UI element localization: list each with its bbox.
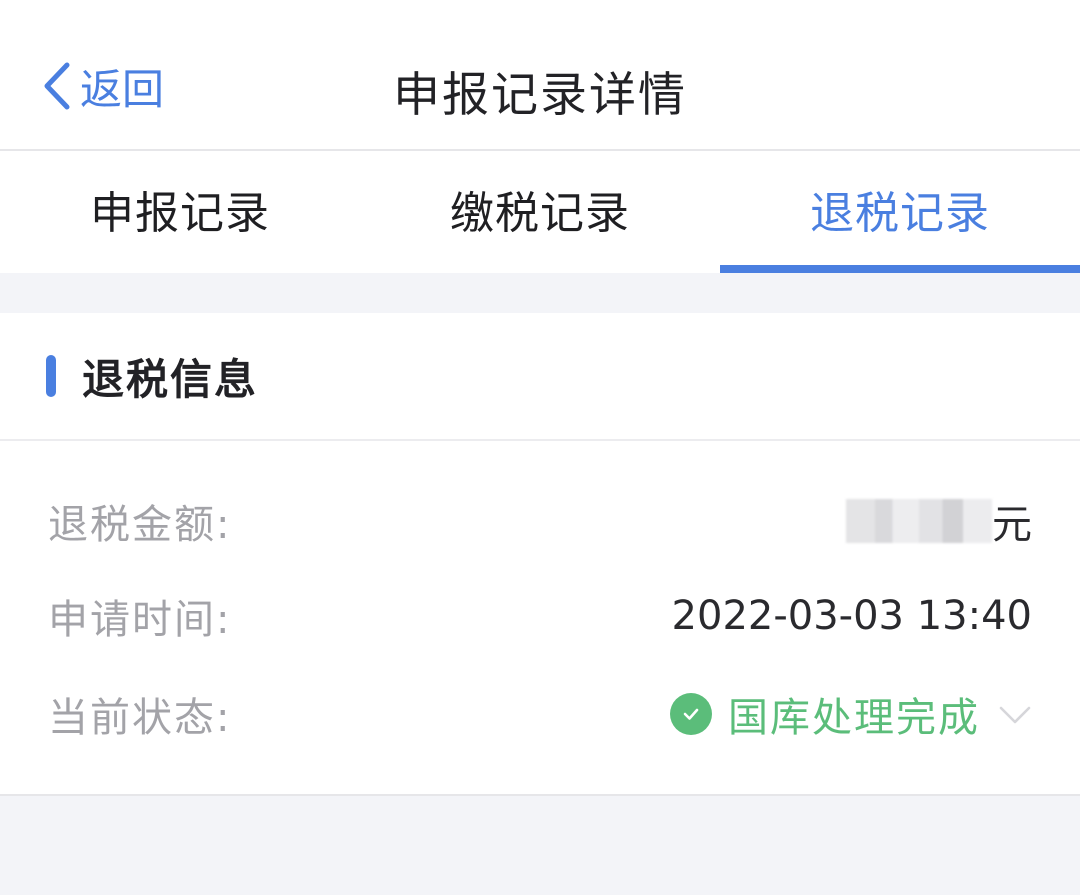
status-label: 当前状态: <box>48 695 232 741</box>
tab-label: 退税记录 <box>810 188 990 239</box>
redacted-amount <box>846 499 992 543</box>
active-tab-indicator <box>720 265 1080 273</box>
nav-bar: 返回 申报记录详情 <box>0 0 1080 151</box>
tab-label: 缴税记录 <box>450 188 630 239</box>
apply-time-label: 申请时间: <box>48 597 232 643</box>
page-title: 申报记录详情 <box>393 68 687 123</box>
tab-bar: 申报记录 缴税记录 退税记录 <box>0 151 1080 273</box>
chevron-down-icon[interactable] <box>998 697 1032 731</box>
status-row: 当前状态: 国库处理完成 <box>48 684 1032 744</box>
check-circle-icon <box>670 693 712 735</box>
refund-amount-label: 退税金额: <box>48 502 232 548</box>
tab-tax-refund-records[interactable]: 退税记录 <box>720 151 1080 273</box>
status-value[interactable]: 国库处理完成 <box>670 685 1032 743</box>
apply-time-row: 申请时间: 2022-03-03 13:40 <box>48 586 1032 646</box>
tab-label: 申报记录 <box>90 188 270 239</box>
tab-tax-payment-records[interactable]: 缴税记录 <box>360 151 720 273</box>
apply-time-value: 2022-03-03 13:40 <box>671 593 1032 639</box>
section-accent-bar <box>46 355 56 397</box>
refund-amount-row: 退税金额: 元 <box>48 491 1032 551</box>
section-header: 退税信息 <box>0 313 1080 441</box>
section-title: 退税信息 <box>82 354 259 404</box>
status-text: 国库处理完成 <box>728 695 980 741</box>
tab-declaration-records[interactable]: 申报记录 <box>0 151 360 273</box>
currency-unit: 元 <box>992 502 1032 548</box>
refund-info-card: 退税信息 退税金额: 元 申请时间: 2022-03-03 13:40 当前状态… <box>0 313 1080 796</box>
refund-amount-value: 元 <box>846 492 1032 550</box>
